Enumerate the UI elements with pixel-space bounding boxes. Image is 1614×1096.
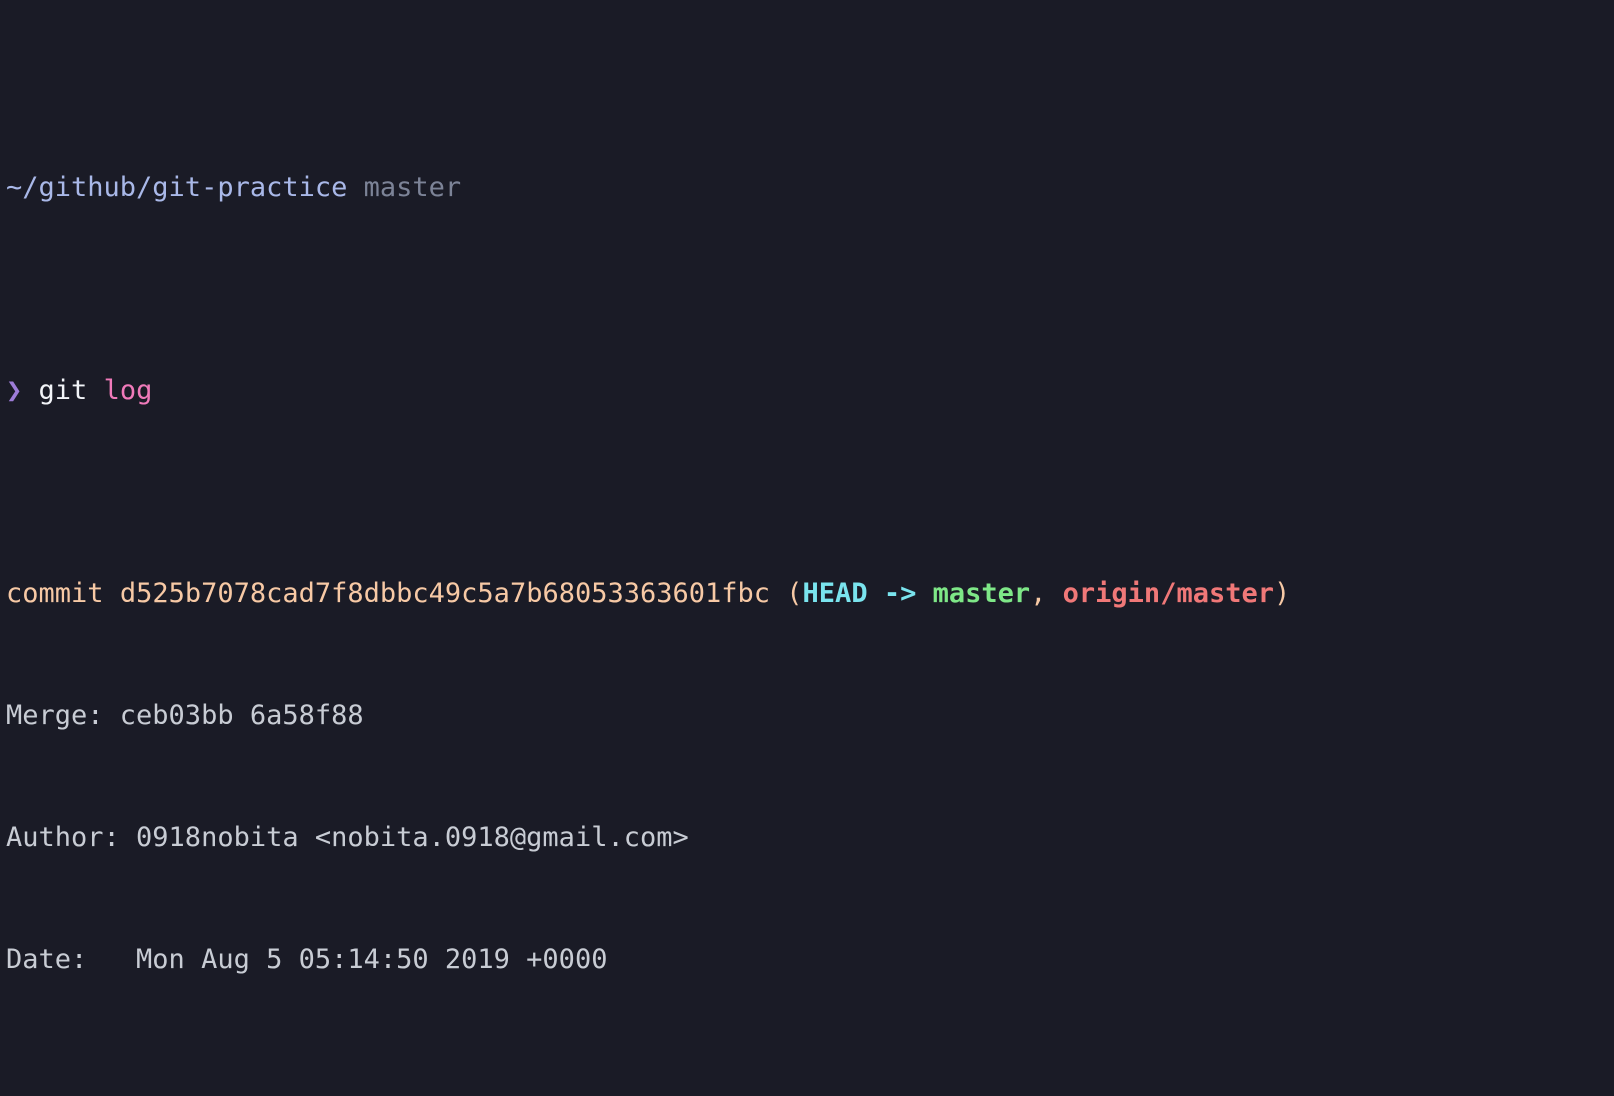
ref-paren-open: ( <box>770 578 803 610</box>
ref-paren-close: ) <box>1273 578 1291 610</box>
ref-separator: , <box>1030 578 1063 610</box>
terminal-window[interactable]: ~/github/git-practice master ❯ git log c… <box>0 0 1614 1096</box>
prompt-arrow-icon: ❯ <box>6 375 23 407</box>
command-name: git <box>38 375 88 407</box>
commit-merge-line: Merge: ceb03bb 6a58f88 <box>6 700 364 732</box>
command-line[interactable]: ❯ git log <box>6 371 1614 412</box>
command-argument: log <box>103 375 153 407</box>
prompt-branch: master <box>363 172 462 204</box>
ref-local-branch: master <box>932 578 1031 610</box>
commit-author-line: Author: 0918nobita <nobita.0918@gmail.co… <box>6 821 689 853</box>
ref-head: HEAD -> <box>802 578 933 610</box>
commit-label: commit <box>6 578 104 610</box>
commit-hash: d525b7078cad7f8dbbc49c5a7b68053363601fbc <box>119 578 771 610</box>
commit-date-line: Date: Mon Aug 5 05:14:50 2019 +0000 <box>6 943 608 975</box>
ref-remote-branch: origin/master <box>1062 578 1274 610</box>
prompt-path: ~/github/git-practice <box>6 172 348 204</box>
prompt-line-top: ~/github/git-practice master <box>6 168 1614 209</box>
commit-header: commit d525b7078cad7f8dbbc49c5a7b6805336… <box>6 574 1614 615</box>
